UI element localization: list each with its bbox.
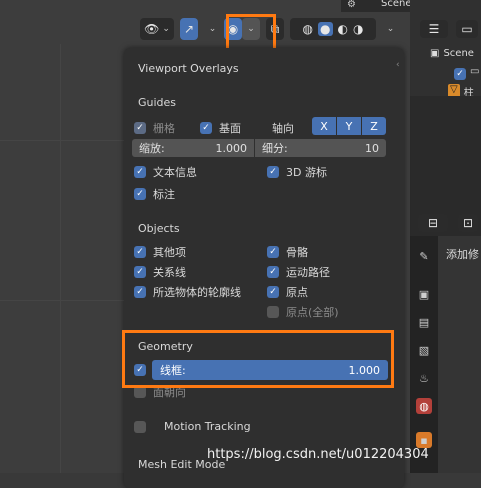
subdivisions-value: 10	[365, 141, 379, 155]
relations-toggle[interactable]: ✓ 关系线	[134, 264, 186, 280]
grid-subdivisions-field[interactable]: 细分: 10	[255, 139, 386, 157]
bones-toggle[interactable]: ✓ 骨骼	[267, 244, 308, 260]
scene-tab-icon[interactable]: ♨	[416, 370, 432, 386]
guides-heading: Guides	[138, 96, 177, 109]
display-mode-button[interactable]: ▭	[456, 20, 478, 38]
outline-selected-checkbox[interactable]: ✓	[134, 286, 146, 298]
motion-tracking-label: Motion Tracking	[164, 420, 251, 433]
motion-tracking-toggle[interactable]: Motion Tracking	[134, 420, 251, 433]
annotations-toggle[interactable]: ✓ 标注	[134, 186, 175, 202]
axis-y-button[interactable]: Y	[337, 117, 361, 135]
grid-label: 栅格	[153, 122, 175, 135]
3d-cursor-label: 3D 游标	[286, 166, 327, 179]
motion-paths-checkbox[interactable]: ✓	[267, 266, 279, 278]
viewport-overlays-popover: Viewport Overlays ‹ Guides ✓ 栅格 ✓ 基面 轴向 X …	[124, 48, 404, 488]
watermark-text: https://blog.csdn.net/u012204304	[207, 447, 429, 462]
outline-selected-label: 所选物体的轮廓线	[153, 286, 241, 299]
view-layer-tab-icon[interactable]: ▧	[416, 342, 432, 358]
bones-checkbox[interactable]: ✓	[267, 246, 279, 258]
outliner-icon: ☰	[428, 22, 440, 36]
gizmo-dropdown[interactable]: ⌄	[204, 18, 218, 40]
grid-scale-field[interactable]: 缩放: 1.000	[132, 139, 254, 157]
tool-tab-icon[interactable]: ✎	[416, 248, 432, 264]
floor-checkbox[interactable]: ✓	[200, 122, 212, 134]
scale-label: 缩放:	[139, 142, 165, 155]
outliner-panel: ☰ ▭ ▣ Scene ✓ ▭ ▽ 柱	[410, 0, 481, 99]
editor-type-button[interactable]: ☰	[420, 20, 448, 38]
properties-editor-button[interactable]: ⊟	[418, 214, 448, 232]
extras-label: 其他项	[153, 246, 186, 259]
grid-line	[0, 300, 124, 301]
bones-label: 骨骼	[286, 246, 308, 259]
wireframe-shading-icon[interactable]: ◍	[303, 22, 313, 36]
axis-label: 轴向	[272, 122, 294, 135]
text-info-label: 文本信息	[153, 166, 197, 179]
origins-label: 原点	[286, 286, 308, 299]
grid-checkbox[interactable]: ✓	[134, 122, 146, 134]
motion-paths-toggle[interactable]: ✓ 运动路径	[267, 264, 330, 280]
origins-all-label: 原点(全部)	[286, 306, 339, 319]
solid-shading-icon[interactable]: ●	[318, 22, 333, 36]
scroll-arrow-icon[interactable]: ‹	[396, 60, 400, 70]
render-tab-icon[interactable]: ▣	[416, 286, 432, 302]
extras-toggle[interactable]: ✓ 其他项	[134, 244, 186, 260]
origins-toggle[interactable]: ✓ 原点	[267, 284, 308, 300]
text-info-toggle[interactable]: ✓ 文本信息	[134, 164, 197, 180]
chevron-down-icon: ⌄	[386, 24, 395, 34]
gizmo-icon: ↗	[183, 22, 195, 36]
text-info-checkbox[interactable]: ✓	[134, 166, 146, 178]
origins-checkbox[interactable]: ✓	[267, 286, 279, 298]
motion-tracking-checkbox[interactable]	[134, 420, 146, 433]
visibility-button[interactable]: 👁 ⌄	[140, 18, 174, 40]
frame-icon: ⊡	[462, 216, 474, 230]
grid-toggle[interactable]: ✓ 栅格	[134, 120, 175, 136]
origins-all-checkbox[interactable]	[267, 306, 279, 318]
pin-button[interactable]: ⊡	[458, 214, 478, 232]
geometry-highlight-box	[122, 330, 394, 388]
grid-line	[0, 140, 124, 141]
outline-selected-toggle[interactable]: ✓ 所选物体的轮廓线	[134, 284, 241, 300]
visibility-icon: 👁	[144, 22, 160, 36]
outliner-scene-row[interactable]: ▣ Scene	[430, 48, 474, 59]
popover-title: Viewport Overlays	[138, 62, 239, 75]
motion-paths-label: 运动路径	[286, 266, 330, 279]
chevron-down-icon: ⌄	[208, 24, 217, 34]
axis-z-button[interactable]: Z	[362, 117, 386, 135]
shading-dropdown[interactable]: ⌄	[382, 18, 396, 40]
empty-panel	[410, 96, 481, 208]
3d-cursor-toggle[interactable]: ✓ 3D 游标	[267, 164, 327, 180]
collection-icon: ▣	[430, 48, 440, 59]
relations-checkbox[interactable]: ✓	[134, 266, 146, 278]
properties-icon: ⊟	[427, 216, 439, 230]
annotations-label: 标注	[153, 188, 175, 201]
subdivisions-label: 细分:	[262, 142, 288, 155]
origins-all-toggle[interactable]: 原点(全部)	[267, 304, 339, 320]
gizmo-toggle-button[interactable]: ↗	[180, 18, 198, 40]
objects-heading: Objects	[138, 222, 180, 235]
axis-x-button[interactable]: X	[312, 117, 336, 135]
world-tab-icon[interactable]: ◍	[416, 398, 432, 414]
shading-selector: ◍ ● ◐ ◑	[290, 18, 376, 40]
display-mode-icon: ▭	[461, 22, 473, 36]
annotations-checkbox[interactable]: ✓	[134, 188, 146, 200]
floor-label: 基面	[219, 122, 241, 135]
output-tab-icon[interactable]: ▤	[416, 314, 432, 330]
scene-icon: ⚙	[347, 0, 356, 10]
grid-line	[60, 44, 61, 473]
add-modifier-button[interactable]: 添加修	[446, 246, 479, 262]
properties-content: 添加修	[438, 236, 481, 473]
chevron-down-icon: ⌄	[162, 24, 170, 34]
extras-checkbox[interactable]: ✓	[134, 246, 146, 258]
floor-toggle[interactable]: ✓ 基面	[200, 120, 241, 136]
3d-cursor-checkbox[interactable]: ✓	[267, 166, 279, 178]
material-shading-icon[interactable]: ◐	[338, 22, 348, 36]
object-tab-icon[interactable]: ▪	[416, 432, 432, 448]
relations-label: 关系线	[153, 266, 186, 279]
scene-label: Scene	[381, 0, 412, 9]
collection-icon: ▭	[470, 66, 480, 77]
rendered-shading-icon[interactable]: ◑	[353, 22, 363, 36]
outliner-scene-label: Scene	[443, 48, 474, 59]
scale-value: 1.000	[215, 141, 248, 155]
collection-checkbox[interactable]: ✓	[454, 68, 466, 80]
